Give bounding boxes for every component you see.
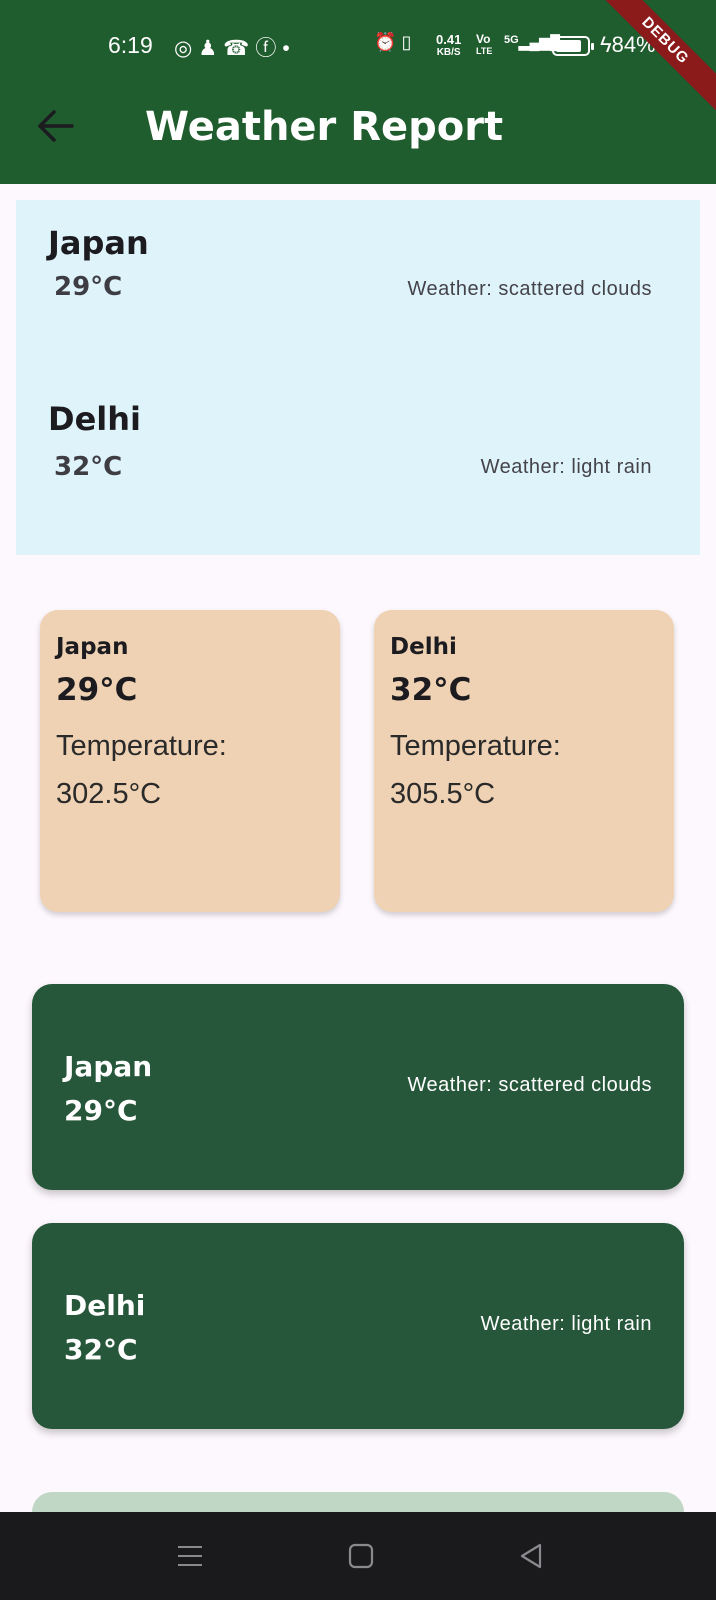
temperature-label: Temperature: [56,730,227,762]
city-name: Japan [48,224,149,262]
whatsapp-icon: ◎ [174,37,199,60]
temperature-label: Temperature: [390,730,561,762]
menu-icon [178,1546,202,1566]
volte-bottom: LTE [476,46,493,56]
snapchat-icon: ♟ [198,37,224,60]
battery-fill [556,40,581,52]
volte-top: Vo [476,32,491,46]
weather-description: Weather: light rain [480,456,652,478]
app-bar: 6:19 ◎♟☎ⓕ• ⏰ ▯ 0.41 KB/S Vo LTE 5G▂▄▆█ ϟ… [0,0,716,184]
city-temp: 29°C [54,272,123,302]
city-temp: 29°C [56,672,138,708]
back-triangle-icon [520,1543,542,1569]
charging-icon: ϟ [600,32,612,57]
volte-indicator: Vo LTE [476,32,493,57]
temperature-value: 305.5°C [390,778,496,810]
back-button[interactable] [34,104,78,148]
notification-icons: ◎♟☎ⓕ• [174,32,296,62]
alarm-icon: ⏰ [374,32,397,52]
net-speed: 0.41 KB/S [436,32,462,58]
system-icons: ⏰ ▯ [374,32,411,53]
city-temp: 32°C [54,452,123,482]
temperature-value: 302.5°C [56,778,162,810]
weather-card[interactable]: Japan 29°C Weather: scattered clouds [32,984,684,1190]
home-button[interactable] [343,1538,379,1574]
arrow-left-icon [38,110,74,142]
status-time: 6:19 [108,32,153,58]
signal-label: 5G [504,34,519,46]
list-item[interactable]: Japan 29°C Weather: scattered clouds [16,200,700,350]
city-name: Japan [64,1050,153,1083]
city-temp: 29°C [64,1094,138,1127]
city-name: Delhi [64,1289,146,1322]
city-name: Japan [56,634,129,660]
city-temp: 32°C [390,672,472,708]
net-speed-unit: KB/S [436,47,461,58]
back-nav-button[interactable] [514,1538,550,1574]
status-bar: 6:19 ◎♟☎ⓕ• ⏰ ▯ 0.41 KB/S Vo LTE 5G▂▄▆█ ϟ… [0,26,716,66]
facebook-icon: ⓕ [255,37,283,60]
grid-card[interactable]: Delhi 32°C Temperature: 305.5°C [374,610,674,912]
dot-icon: • [282,37,296,60]
net-speed-value: 0.41 [436,32,462,47]
list-item[interactable]: Delhi 32°C Weather: light rain [16,380,700,530]
weather-description: Weather: scattered clouds [407,278,652,300]
recents-button[interactable] [172,1538,208,1574]
grid-card[interactable]: Japan 29°C Temperature: 302.5°C [40,610,340,912]
missed-call-icon: ☎ [223,37,256,60]
page-title: Weather Report [145,104,504,150]
city-name: Delhi [390,634,457,660]
system-nav-bar [0,1512,716,1600]
vibrate-icon: ▯ [401,32,412,52]
battery-icon [552,36,594,56]
city-temp: 32°C [64,1333,138,1366]
city-name: Delhi [48,400,141,438]
home-icon [348,1543,374,1569]
weather-list: Japan 29°C Weather: scattered clouds Del… [16,200,700,555]
weather-description: Weather: scattered clouds [407,1074,652,1096]
battery-tip [591,43,594,50]
weather-card[interactable]: Delhi 32°C Weather: light rain [32,1223,684,1429]
weather-description: Weather: light rain [480,1313,652,1335]
